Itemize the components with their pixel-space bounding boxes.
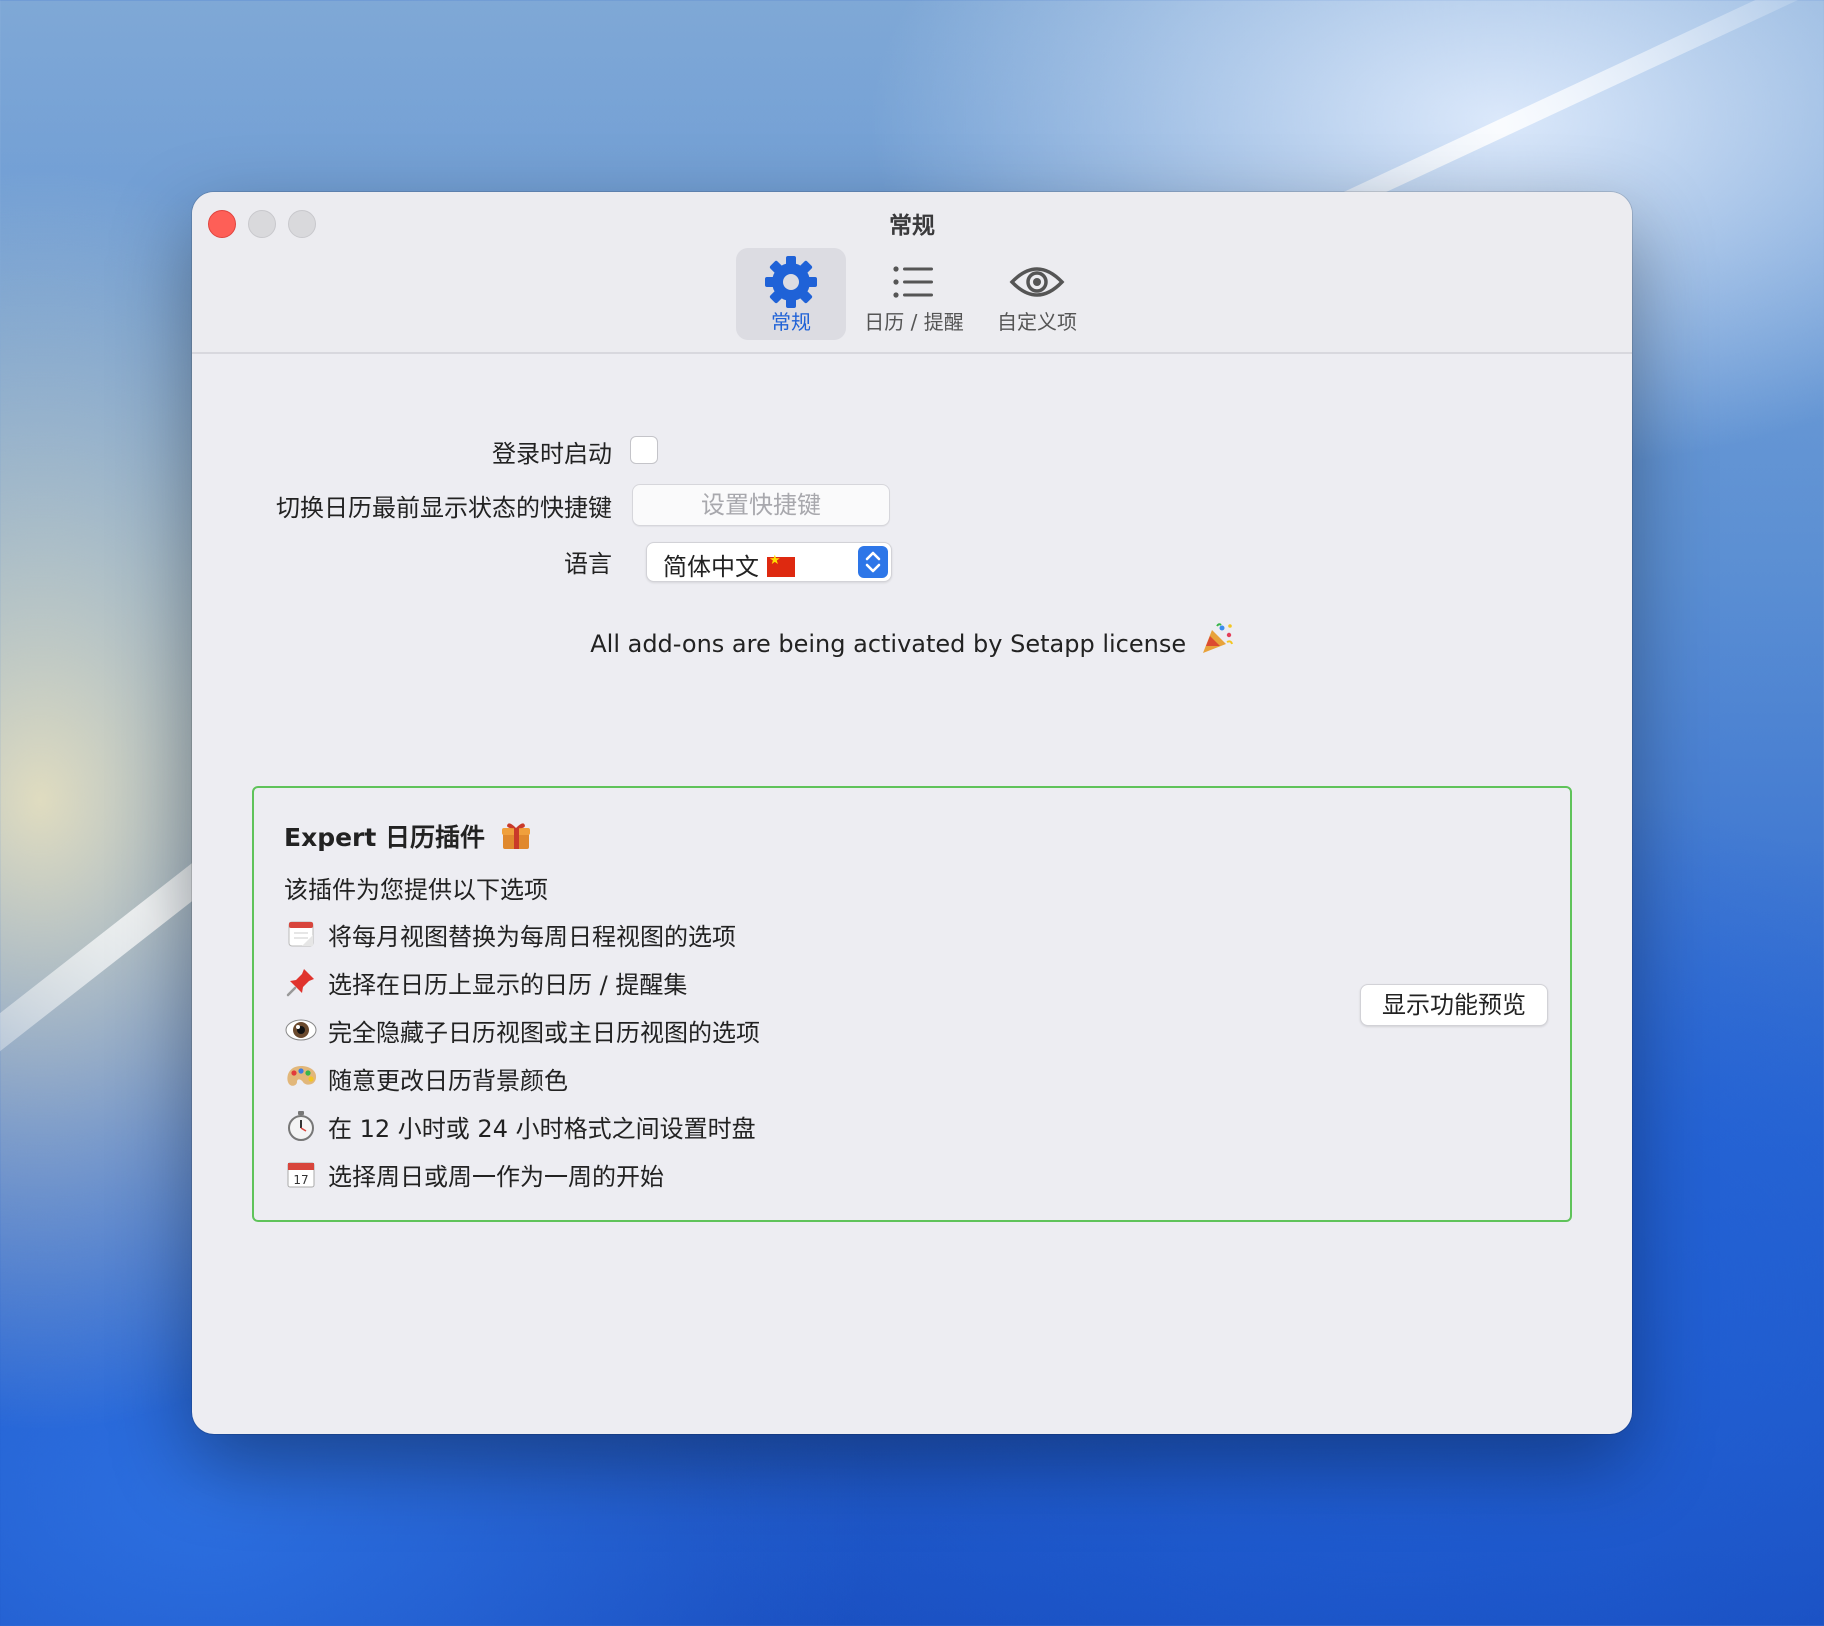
tab-label: 日历 / 提醒 xyxy=(864,310,964,334)
feature-text: 完全隐藏子日历视图或主日历视图的选项 xyxy=(328,1018,760,1047)
activation-message: All add-ons are being activated by Setap… xyxy=(192,622,1632,662)
show-feature-preview-button[interactable]: 显示功能预览 xyxy=(1360,984,1548,1026)
calendar-tearoff-icon xyxy=(284,918,318,950)
titlebar: 常规 常规 日历 / 提醒 自定义项 xyxy=(192,192,1632,354)
launch-at-login-checkbox[interactable] xyxy=(630,436,658,464)
tab-calendars-reminders[interactable]: 日历 / 提醒 xyxy=(856,248,972,340)
tab-general[interactable]: 常规 xyxy=(736,248,846,340)
feature-item: 选择在日历上显示的日历 / 提醒集 xyxy=(284,966,688,999)
feature-item: 在 12 小时或 24 小时格式之间设置时盘 xyxy=(284,1110,756,1143)
preferences-toolbar: 常规 日历 / 提醒 自定义项 xyxy=(736,248,1092,340)
chevron-updown-icon xyxy=(858,546,888,578)
window-title: 常规 xyxy=(889,213,935,239)
language-value: 简体中文 xyxy=(663,547,795,582)
feature-item: 随意更改日历背景颜色 xyxy=(284,1062,568,1095)
language-label: 语言 xyxy=(564,550,612,578)
feature-text: 选择周日或周一作为一周的开始 xyxy=(328,1162,664,1191)
activation-text: All add-ons are being activated by Setap… xyxy=(590,630,1187,658)
eye-icon xyxy=(982,254,1092,310)
gift-icon xyxy=(500,819,532,857)
feature-text: 在 12 小时或 24 小时格式之间设置时盘 xyxy=(328,1114,756,1143)
expert-plugin-panel: Expert 日历插件 该插件为您提供以下选项 将每月视图替换为每周日程视图的选… xyxy=(252,786,1572,1222)
tab-customization[interactable]: 自定义项 xyxy=(982,248,1092,340)
eye-emoji-icon xyxy=(284,1014,318,1046)
china-flag-icon xyxy=(767,553,795,577)
expert-title-text: Expert 日历插件 xyxy=(284,823,486,852)
list-icon xyxy=(856,254,972,310)
feature-item: 完全隐藏子日历视图或主日历视图的选项 xyxy=(284,1014,760,1047)
feature-text: 随意更改日历背景颜色 xyxy=(328,1066,568,1095)
palette-icon xyxy=(284,1062,318,1094)
gear-icon xyxy=(736,254,846,310)
shortcut-label: 切换日历最前显示状态的快捷键 xyxy=(276,494,612,522)
preferences-window: 常规 常规 日历 / 提醒 自定义项 登录时启动 切换日历最前显示状态的快捷键 … xyxy=(192,192,1632,1434)
party-popper-icon xyxy=(1200,622,1234,662)
expert-subtitle: 该插件为您提供以下选项 xyxy=(284,876,548,904)
set-shortcut-button[interactable]: 设置快捷键 xyxy=(632,484,890,526)
language-value-text: 简体中文 xyxy=(663,553,759,581)
tab-label: 常规 xyxy=(771,310,811,334)
expert-title: Expert 日历插件 xyxy=(284,818,532,857)
feature-item: 将每月视图替换为每周日程视图的选项 xyxy=(284,918,736,951)
stopwatch-icon xyxy=(284,1110,318,1142)
tab-label: 自定义项 xyxy=(997,310,1077,334)
svg-text:17: 17 xyxy=(293,1173,308,1187)
language-select[interactable]: 简体中文 xyxy=(646,542,892,582)
pushpin-icon xyxy=(284,966,318,998)
feature-item: 17 选择周日或周一作为一周的开始 xyxy=(284,1158,664,1191)
calendar-17-icon: 17 xyxy=(284,1158,318,1190)
feature-text: 选择在日历上显示的日历 / 提醒集 xyxy=(328,970,688,999)
launch-at-login-label: 登录时启动 xyxy=(492,440,612,468)
feature-text: 将每月视图替换为每周日程视图的选项 xyxy=(328,922,736,951)
